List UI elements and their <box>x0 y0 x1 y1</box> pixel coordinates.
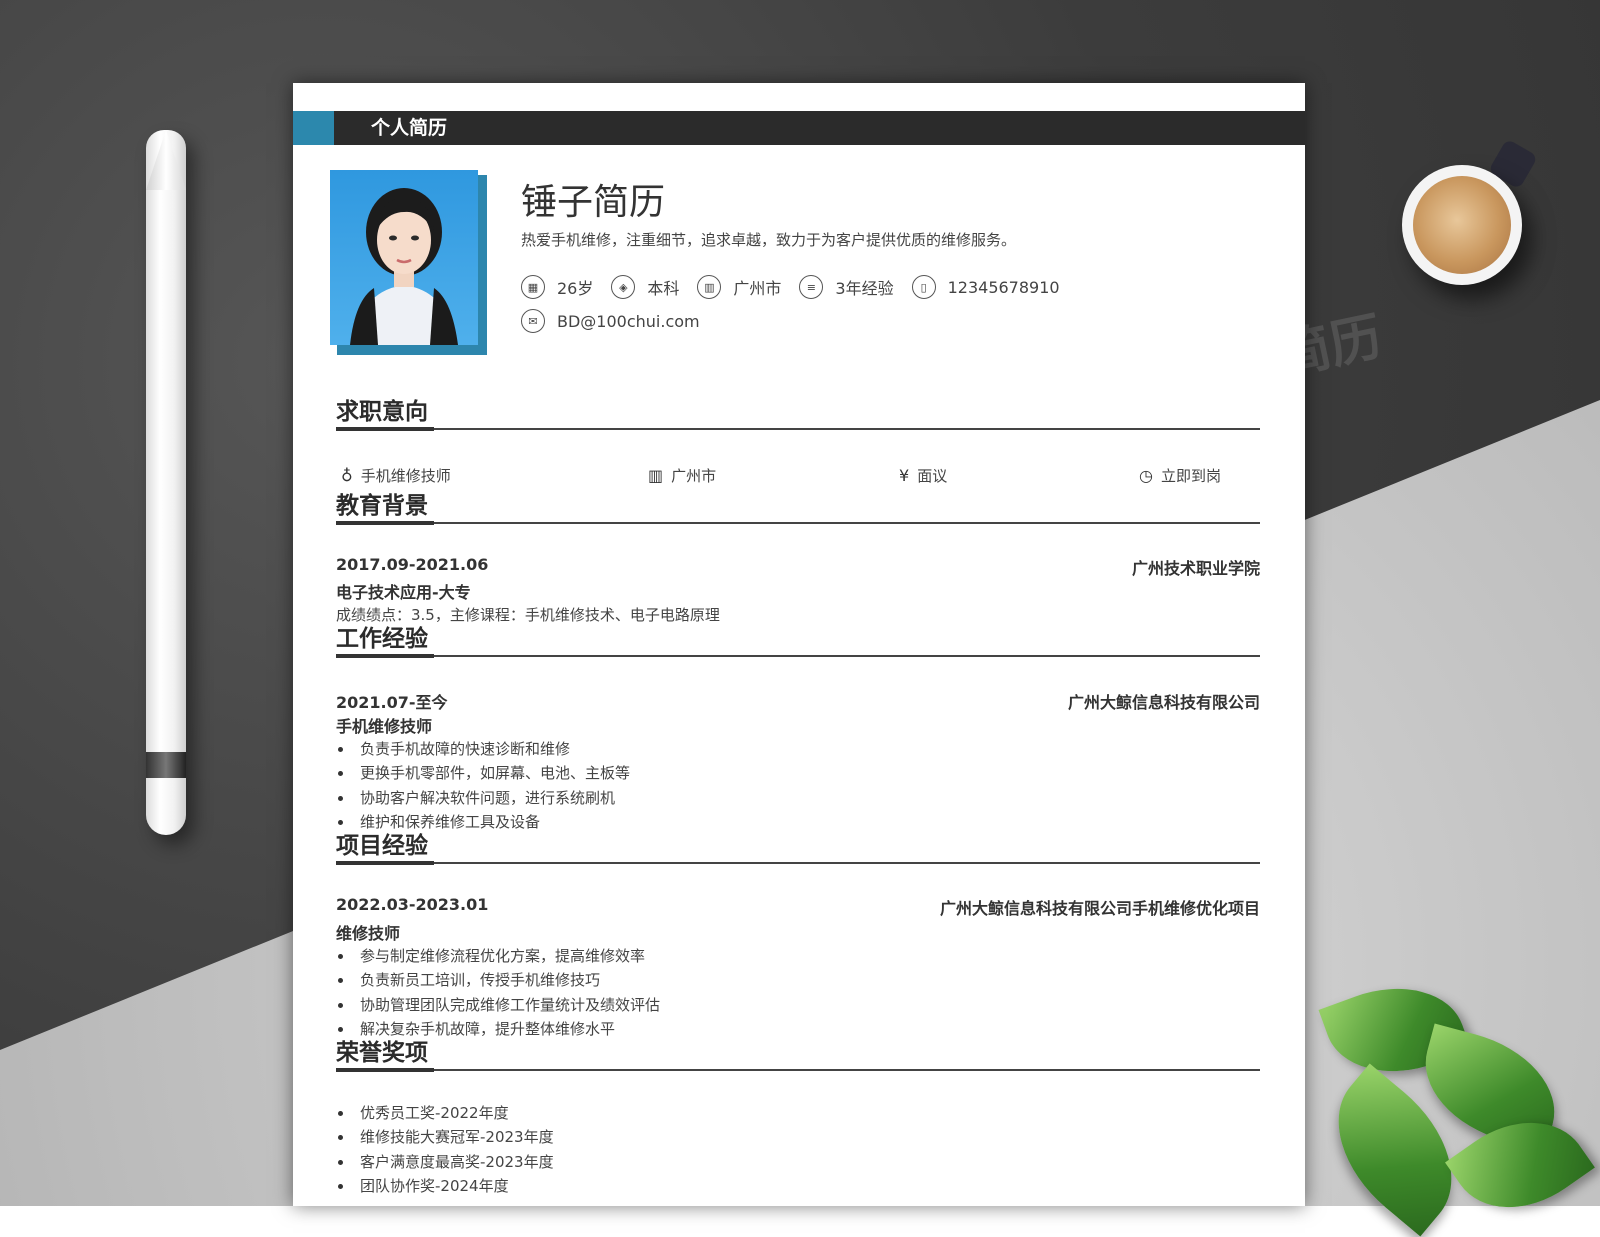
email-value: BD@100chui.com <box>557 311 700 331</box>
profile-photo <box>330 170 478 345</box>
candidate-motto: 热爱手机维修，注重细节，追求卓越，致力于为客户提供优质的维修服务。 <box>521 231 1017 249</box>
intent-position-value: 手机维修技师 <box>360 467 451 485</box>
clock-icon: ◷ <box>1139 466 1153 485</box>
intent-city: ▥ 广州市 <box>648 465 716 486</box>
education-header: 2017.09-2021.06 广州技术职业学院 <box>336 555 1260 578</box>
intent-salary: ¥ 面议 <box>899 465 947 486</box>
section-intent: 求职意向 <box>336 395 1260 431</box>
section-divider <box>336 1069 1260 1071</box>
section-divider-accent <box>336 427 434 431</box>
document-icon: ≡ <box>799 275 824 299</box>
section-title: 项目经验 <box>336 833 428 859</box>
header-title: 个人简历 <box>371 117 448 139</box>
section-honors: 荣誉奖项 <box>336 1036 1260 1072</box>
project-duties: 参与制定维修流程优化方案，提高维修效率 负责新员工培训，传授手机维修技巧 协助管… <box>336 944 1260 1041</box>
section-divider-accent <box>336 1068 434 1072</box>
intent-availability-value: 立即到岗 <box>1160 467 1221 485</box>
list-item: 负责手机故障的快速诊断和维修 <box>336 737 1260 761</box>
experience-value: 3年经验 <box>835 279 894 298</box>
section-education: 教育背景 <box>336 489 1260 525</box>
pencil-decoration <box>146 130 186 835</box>
degree-value: 本科 <box>647 279 680 298</box>
project-role: 维修技师 <box>336 924 401 943</box>
section-divider <box>336 522 1260 524</box>
section-title: 教育背景 <box>336 493 428 519</box>
work-role: 手机维修技师 <box>336 717 433 736</box>
intent-position: ♁ 手机维修技师 <box>341 465 451 486</box>
list-item: 更换手机零部件，如屏幕、电池、主板等 <box>336 761 1260 785</box>
city-value: 广州市 <box>733 279 782 298</box>
list-item: 参与制定维修流程优化方案，提高维修效率 <box>336 944 1260 968</box>
section-divider-accent <box>336 654 434 658</box>
section-title: 工作经验 <box>336 626 428 652</box>
coffee <box>1413 176 1511 274</box>
list-item: 维修技能大赛冠军-2023年度 <box>336 1125 1260 1149</box>
phone-icon: ▯ <box>911 275 936 299</box>
pencil-band <box>146 752 186 778</box>
graduation-cap-icon: ◈ <box>611 275 636 299</box>
intent-availability: ◷ 立即到岗 <box>1139 465 1221 486</box>
work-duties: 负责手机故障的快速诊断和维修 更换手机零部件，如屏幕、电池、主板等 协助客户解决… <box>336 737 1260 834</box>
contact-row: ▦ 26岁 ◈ 本科 ▥ 广州市 ≡ 3年经验 ▯ 12345678910 <box>521 275 1078 299</box>
project-header: 2022.03-2023.01 广州大鲸信息科技有限公司手机维修优化项目 <box>336 895 1260 918</box>
intent-salary-value: 面议 <box>917 467 948 485</box>
section-divider <box>336 655 1260 657</box>
intent-city-value: 广州市 <box>671 467 717 485</box>
phone-value: 12345678910 <box>947 277 1060 297</box>
section-work: 工作经验 <box>336 622 1260 658</box>
section-divider-accent <box>336 521 434 525</box>
section-divider <box>336 862 1260 864</box>
education-school: 广州技术职业学院 <box>1131 559 1260 578</box>
honors-list: 优秀员工奖-2022年度 维修技能大赛冠军-2023年度 客户满意度最高奖-20… <box>336 1101 1260 1198</box>
building-icon: ▥ <box>648 466 664 485</box>
calendar-icon: ▦ <box>521 275 545 299</box>
list-item: 优秀员工奖-2022年度 <box>336 1101 1260 1125</box>
section-title: 求职意向 <box>336 399 428 425</box>
work-period: 2021.07-至今 <box>336 693 448 712</box>
list-item: 客户满意度最高奖-2023年度 <box>336 1150 1260 1174</box>
candidate-name: 锤子简历 <box>521 182 666 223</box>
project-period: 2022.03-2023.01 <box>336 895 489 914</box>
education-period: 2017.09-2021.06 <box>336 555 489 574</box>
list-item: 负责新员工培训，传授手机维修技巧 <box>336 968 1260 992</box>
section-project: 项目经验 <box>336 829 1260 865</box>
header-accent <box>293 111 334 145</box>
section-title: 荣誉奖项 <box>336 1040 428 1066</box>
work-company: 广州大鲸信息科技有限公司 <box>1067 693 1260 712</box>
list-item: 协助管理团队完成维修工作量统计及绩效评估 <box>336 993 1260 1017</box>
email-row: ✉ BD@100chui.com <box>521 309 718 333</box>
age-value: 26岁 <box>557 279 594 298</box>
section-divider <box>336 428 1260 430</box>
list-item: 协助客户解决软件问题，进行系统刷机 <box>336 786 1260 810</box>
section-divider-accent <box>336 861 434 865</box>
tie-icon: ♁ <box>341 466 353 485</box>
project-name: 广州大鲸信息科技有限公司手机维修优化项目 <box>939 899 1260 918</box>
education-major: 电子技术应用-大专 <box>336 583 471 602</box>
building-icon: ▥ <box>697 275 722 299</box>
resume-paper: 个人简历 锤子简历 热爱手机维修，注重细节，追求卓越，致力于为客户提供优质的维修… <box>293 83 1305 1206</box>
yen-icon: ¥ <box>899 466 910 485</box>
work-header: 2021.07-至今 广州大鲸信息科技有限公司 <box>336 689 1260 713</box>
envelope-icon: ✉ <box>521 309 545 333</box>
header-bar: 个人简历 <box>293 111 1305 145</box>
list-item: 团队协作奖-2024年度 <box>336 1174 1260 1198</box>
